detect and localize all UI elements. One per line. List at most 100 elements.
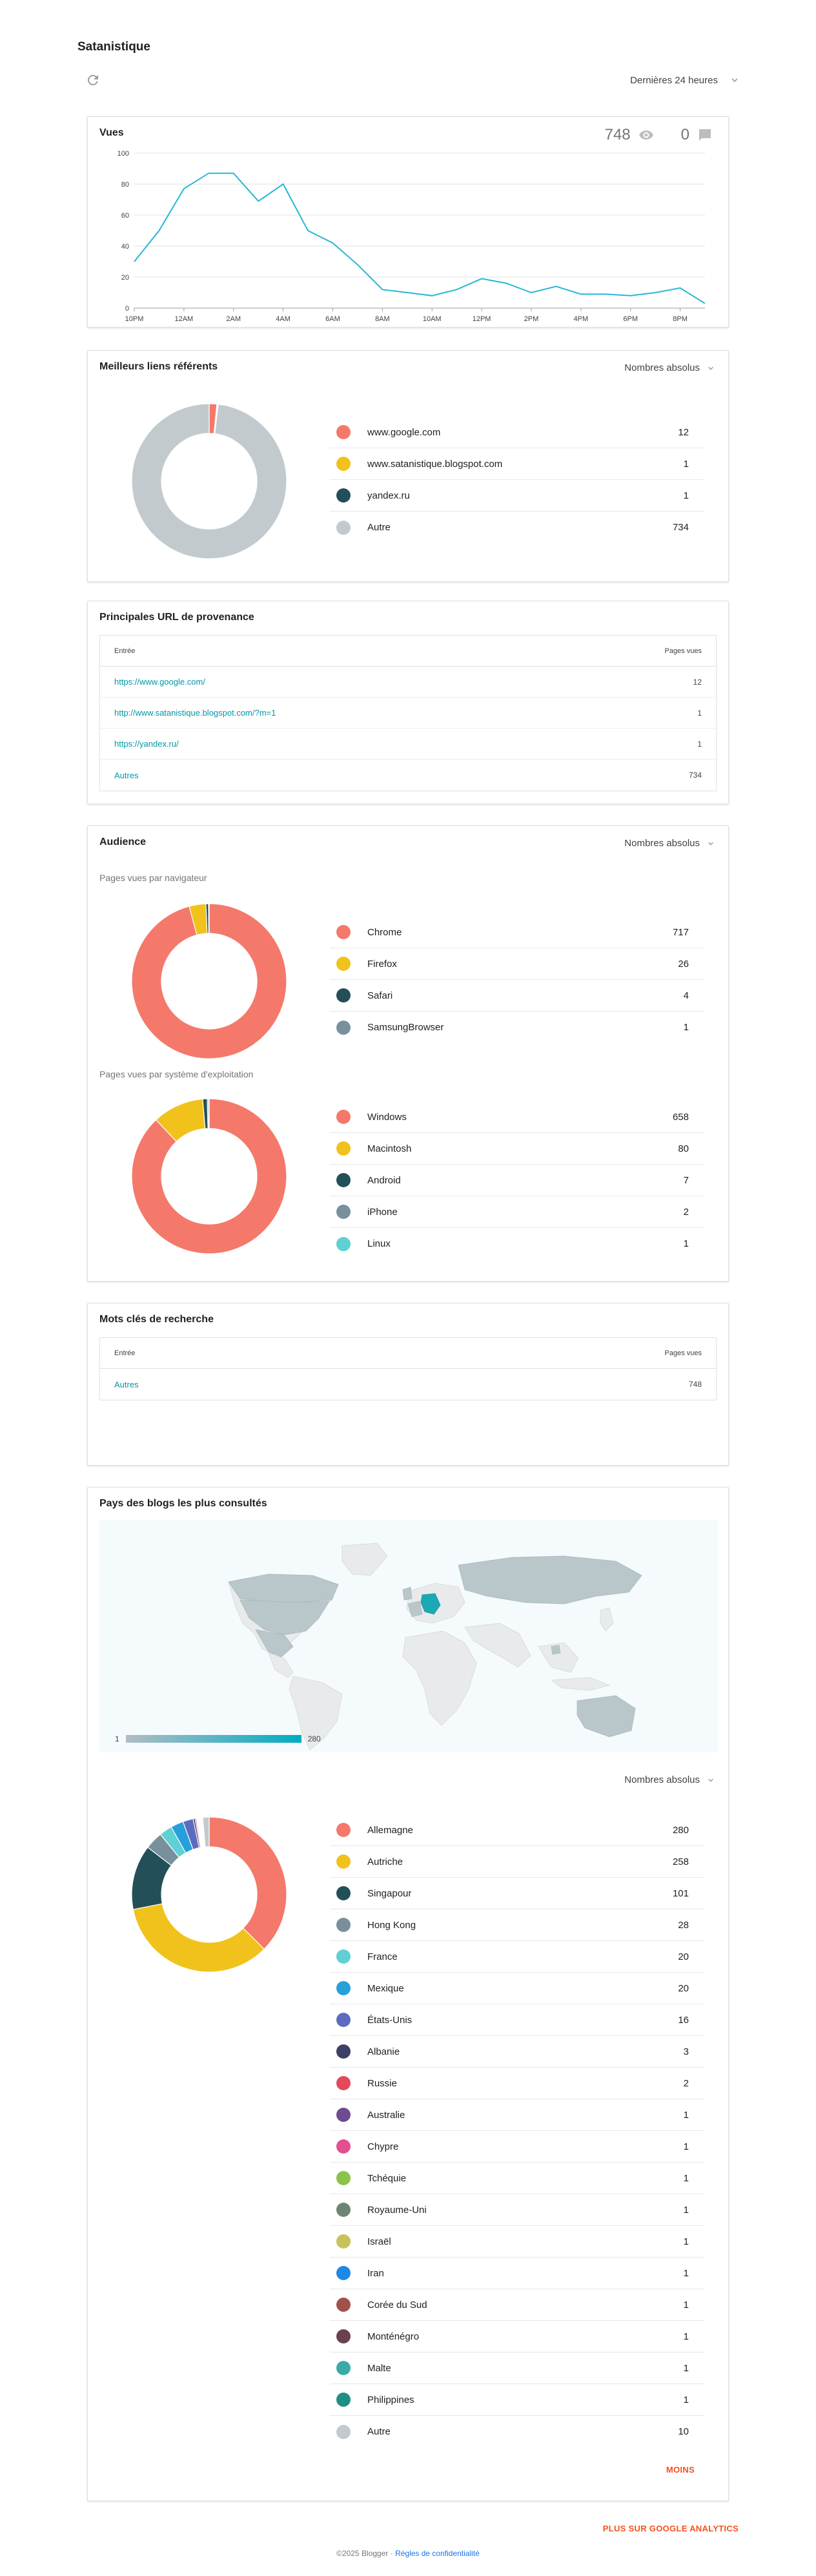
chevron-down-icon [708,842,713,846]
legend-value: 1 [683,2331,689,2342]
legend-dot [336,2266,351,2280]
legend-label: Firefox [367,958,397,970]
donut-slice[interactable] [132,1903,265,1973]
chevron-down-icon [708,1778,713,1782]
legend-value: 3 [683,2046,689,2057]
y-tick-label: 0 [125,305,129,313]
legend-value: 1 [683,2394,689,2405]
footer-separator: · [388,2549,396,2558]
legend-value: 80 [678,1143,689,1154]
audience-mode-label: Nombres absolus [624,838,700,849]
chevron-down-icon [731,78,738,83]
audience-title: Audience [99,836,147,847]
legend-label: Albanie [367,2046,400,2057]
keywords-card: Mots clés de recherche Entrée Pages vues… [87,1303,729,1466]
legend-dot [336,957,351,971]
legend-dot [336,1918,351,1932]
legend-dot [336,988,351,1002]
less-button[interactable]: MOINS [666,2465,695,2475]
legend-value: 1 [683,1238,689,1249]
legend-label: Australie [367,2109,405,2121]
legend-dot [336,2298,351,2312]
legend-label: iPhone [367,1206,398,1218]
legend-dot [336,2139,351,2154]
x-tick-label: 4AM [276,315,291,323]
donut-slice[interactable] [209,1816,287,1950]
referrers-mode-selector[interactable]: Nombres absolus [624,362,714,373]
x-tick-label: 8PM [673,315,688,323]
scale-max: 280 [307,1734,321,1743]
countries-mode-selector[interactable]: Nombres absolus [624,1774,714,1785]
y-tick-label: 40 [121,243,129,251]
world-map-graphic [228,1542,642,1750]
row-link[interactable]: Autres [114,771,139,780]
referrers-legend: www.google.com 12 www.satanistique.blogspo… [330,417,704,543]
legend-row: Australie 1 [330,2099,704,2131]
legend-value: 1 [683,1022,689,1033]
legend-dot [336,488,351,503]
legend-dot [336,1236,351,1251]
legend-dot [336,925,351,939]
legend-row: France 20 [330,1941,704,1973]
legend-dot [336,520,351,535]
row-link[interactable]: http://www.satanistique.blogspot.com/?m=… [114,708,276,718]
row-link[interactable]: https://yandex.ru/ [114,739,179,749]
legend-label: Russie [367,2077,397,2089]
audience-mode-selector[interactable]: Nombres absolus [624,838,714,849]
legend-dot [336,2203,351,2217]
legend-dot [336,457,351,471]
legend-dot [336,1110,351,1124]
table-row: https://yandex.ru/1 [100,729,716,760]
legend-row: Android 7 [330,1165,704,1196]
privacy-link[interactable]: Règles de confidentialité [395,2549,480,2558]
legend-label: Philippines [367,2394,414,2405]
legend-label: Iran [367,2267,384,2279]
views-series-line[interactable] [134,172,706,304]
legend-value: 1 [683,2362,689,2374]
referrers-title: Meilleurs liens référents [99,361,218,372]
legend-label: Autre [367,2426,391,2437]
refresh-icon[interactable] [85,72,101,88]
legend-row: Philippines 1 [330,2384,704,2416]
row-views: 748 [688,1380,702,1389]
legend-row: www.satanistique.blogspot.com 1 [330,448,704,480]
os-donut [131,1098,287,1254]
legend-label: Royaume-Uni [367,2204,427,2216]
period-selector[interactable]: Dernières 24 heures [630,71,739,89]
footer-copyright: ©2025 Blogger [336,2549,389,2558]
legend-label: Safari [367,990,393,1001]
world-map[interactable]: 1 280 [99,1520,718,1752]
row-link[interactable]: Autres [114,1380,139,1389]
legend-label: Windows [367,1111,407,1123]
legend-dot [336,1823,351,1837]
donut-slice[interactable] [131,403,287,559]
legend-dot [336,2424,351,2439]
legend-label: Allemagne [367,1824,413,1836]
legend-row: SamsungBrowser 1 [330,1012,704,1043]
legend-dot [336,1886,351,1900]
table-row: Autres 748 [100,1369,716,1400]
row-views: 1 [697,739,702,749]
x-tick-label: 2PM [524,315,539,323]
y-tick-label: 60 [121,212,129,220]
legend-label: yandex.ru [367,490,410,501]
views-card: Vues 748 0 0 20 40 60 80 100 10PM 12AM 2AM 4AM 6AM… [87,116,729,327]
legend-value: 7 [683,1174,689,1186]
legend-row: Macintosh 80 [330,1133,704,1165]
legend-dot [336,2044,351,2059]
legend-row: Israël 1 [330,2226,704,2258]
more-google-analytics-link[interactable]: PLUS SUR GOOGLE ANALYTICS [603,2524,739,2533]
legend-value: 28 [678,1919,689,1931]
legend-label: Autre [367,522,391,533]
legend-label: Monténégro [367,2331,420,2342]
legend-row: Windows 658 [330,1101,704,1133]
period-label: Dernières 24 heures [630,74,718,86]
legend-label: Malte [367,2362,391,2374]
row-link[interactable]: https://www.google.com/ [114,677,205,687]
os-legend: Windows 658 Macintosh 80 Android 7 iPhone 2 Linu… [330,1101,704,1260]
legend-row: Safari 4 [330,980,704,1012]
legend-dot [336,2076,351,2090]
views-line-chart: 0 20 40 60 80 100 10PM 12AM 2AM 4AM 6AM 8AM 10AM 12PM… [117,150,706,323]
browser-subheading: Pages vues par navigateur [99,873,207,883]
scale-min: 1 [115,1734,119,1743]
